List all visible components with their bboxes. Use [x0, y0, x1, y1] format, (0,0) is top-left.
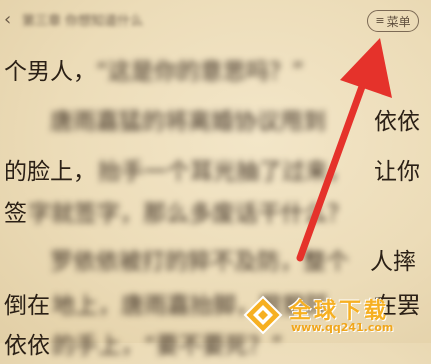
text-line: 的脸上， 抬手一个耳光抽了过来， 让你: [0, 146, 431, 190]
text-clear: 人摔: [370, 249, 416, 275]
text-clear: 让你: [374, 159, 420, 185]
chevron-left-icon[interactable]: ‹: [4, 10, 20, 30]
text-clear: 签: [4, 201, 27, 227]
watermark-logo-icon: [243, 295, 283, 335]
text-clear: 依依: [4, 333, 50, 359]
text-blurred: 抬手一个耳光抽了过来，: [98, 159, 351, 185]
text-blurred: “这是你的意思吗？”: [96, 59, 304, 85]
chapter-title: 第三章 你想知道什么: [22, 14, 144, 29]
reader-top-bar: ‹ 第三章 你想知道什么 ≡ 菜单: [0, 0, 431, 40]
text-line: 唐雨嘉猛的将离婚协议甩到 依依: [0, 96, 431, 140]
text-blurred: 唐雨嘉猛的将离婚协议甩到: [4, 109, 326, 135]
menu-button[interactable]: ≡ 菜单: [367, 10, 419, 32]
menu-label: 菜单: [386, 14, 411, 29]
text-line: 个男人， “这是你的意思吗？”: [0, 46, 431, 90]
text-line: 罗依依被打的猝不及防，整个 人摔: [0, 236, 431, 280]
text-clear: 倒在: [4, 293, 50, 319]
text-clear: 的脸上，: [4, 159, 96, 185]
text-clear: 个男人，: [4, 59, 96, 85]
text-blurred: 罗依依被打的猝不及防，整个: [4, 249, 349, 275]
watermark-url: www.qq241.com: [291, 321, 394, 334]
text-line: 签 字就签字，那么多废话干什么？: [0, 188, 431, 232]
watermark: 全球下载 www.qq241.com: [243, 291, 423, 339]
text-clear: 依依: [374, 109, 420, 135]
text-blurred: 字就签字，那么多废话干什么？: [28, 201, 350, 227]
hamburger-icon: ≡: [375, 14, 385, 27]
